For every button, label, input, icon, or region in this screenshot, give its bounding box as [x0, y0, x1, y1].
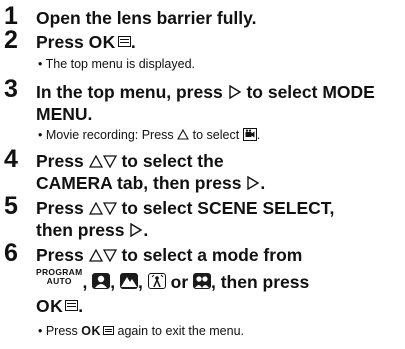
step-text-end: . [78, 296, 84, 316]
up-triangle-icon [88, 248, 103, 262]
step-text-part: , then press [211, 272, 310, 292]
step-6-note: • Press OK again to exit the menu. [38, 324, 244, 338]
landscape-scene-icon [120, 273, 138, 290]
menu-icon [117, 35, 131, 47]
step-text-line-1: Press to select a mode from [36, 245, 302, 265]
step-text: Press OK. [36, 32, 136, 52]
step-text-part: Press [36, 245, 84, 265]
note-text: again to exit the menu. [117, 324, 245, 338]
ok-button-label: OK [36, 296, 64, 316]
auto-label: AUTO [46, 276, 72, 287]
ok-button-label: OK [88, 32, 116, 52]
step-text-part: . [143, 220, 149, 240]
movie-mode-icon [242, 128, 257, 142]
step-text: Open the lens barrier fully. [36, 8, 257, 28]
step-text-line-2: then press . [36, 220, 148, 240]
step-text-part: CAMERA tab, then press [36, 173, 242, 193]
step-3-note: • Movie recording: Press to select . [38, 128, 260, 142]
right-triangle-icon [247, 176, 260, 191]
step-text-part: . [260, 173, 266, 193]
separator: , [82, 272, 88, 292]
portrait-scene-icon [92, 273, 111, 290]
step-text-part: to select a mode from [121, 245, 303, 265]
step-number: 6 [4, 239, 18, 267]
step-text-part: then press [36, 220, 125, 240]
menu-icon [65, 299, 79, 311]
step-number: 5 [4, 192, 18, 220]
step-text-part: to select SCENE SELECT, [121, 198, 335, 218]
up-triangle-icon [88, 154, 103, 168]
note-text: to select [192, 128, 240, 142]
menu-icon [103, 326, 115, 336]
step-text-press: Press [36, 32, 84, 52]
step-text-end: . [130, 32, 136, 52]
self-portrait-scene-icon [193, 273, 211, 290]
step-text-part: Press [36, 151, 84, 171]
step-text-part: In the top menu, press [36, 82, 223, 102]
step-text-line-3: OK. [36, 296, 83, 316]
step-text-part: to select MODE [246, 82, 375, 102]
step-number: 3 [4, 75, 18, 103]
step-text-line-1: Press to select the [36, 151, 224, 171]
right-triangle-icon [130, 223, 143, 238]
step-text-part: or [170, 272, 189, 292]
down-triangle-icon [102, 202, 117, 215]
note-text: • Movie recording: Press [38, 128, 174, 142]
down-triangle-icon [102, 155, 117, 168]
separator: , [138, 272, 143, 292]
step-text-line-2: CAMERA tab, then press . [36, 173, 265, 193]
step-2-note: • The top menu is displayed. [38, 57, 196, 71]
step-text-line-2: PROGRAM AUTO , , , or , then press [36, 268, 310, 292]
night-scene-icon [147, 273, 166, 290]
right-triangle-icon [228, 85, 241, 100]
up-triangle-icon [88, 201, 103, 215]
note-text: . [256, 128, 261, 142]
note-text: • Press [38, 324, 78, 338]
program-auto-icon: PROGRAM AUTO [36, 268, 83, 286]
step-number: 4 [4, 145, 18, 173]
down-triangle-icon [102, 249, 117, 262]
step-text-part: Press [36, 198, 84, 218]
step-number: 2 [4, 26, 18, 54]
separator: , [110, 272, 116, 292]
step-text-line-1: Press to select SCENE SELECT, [36, 198, 334, 218]
step-text-line-2: MENU. [36, 104, 93, 124]
step-text-part: to select the [121, 151, 224, 171]
ok-button-label: OK [81, 324, 102, 338]
step-text-line-1: In the top menu, press to select MODE [36, 82, 375, 102]
up-triangle-icon [177, 129, 190, 140]
